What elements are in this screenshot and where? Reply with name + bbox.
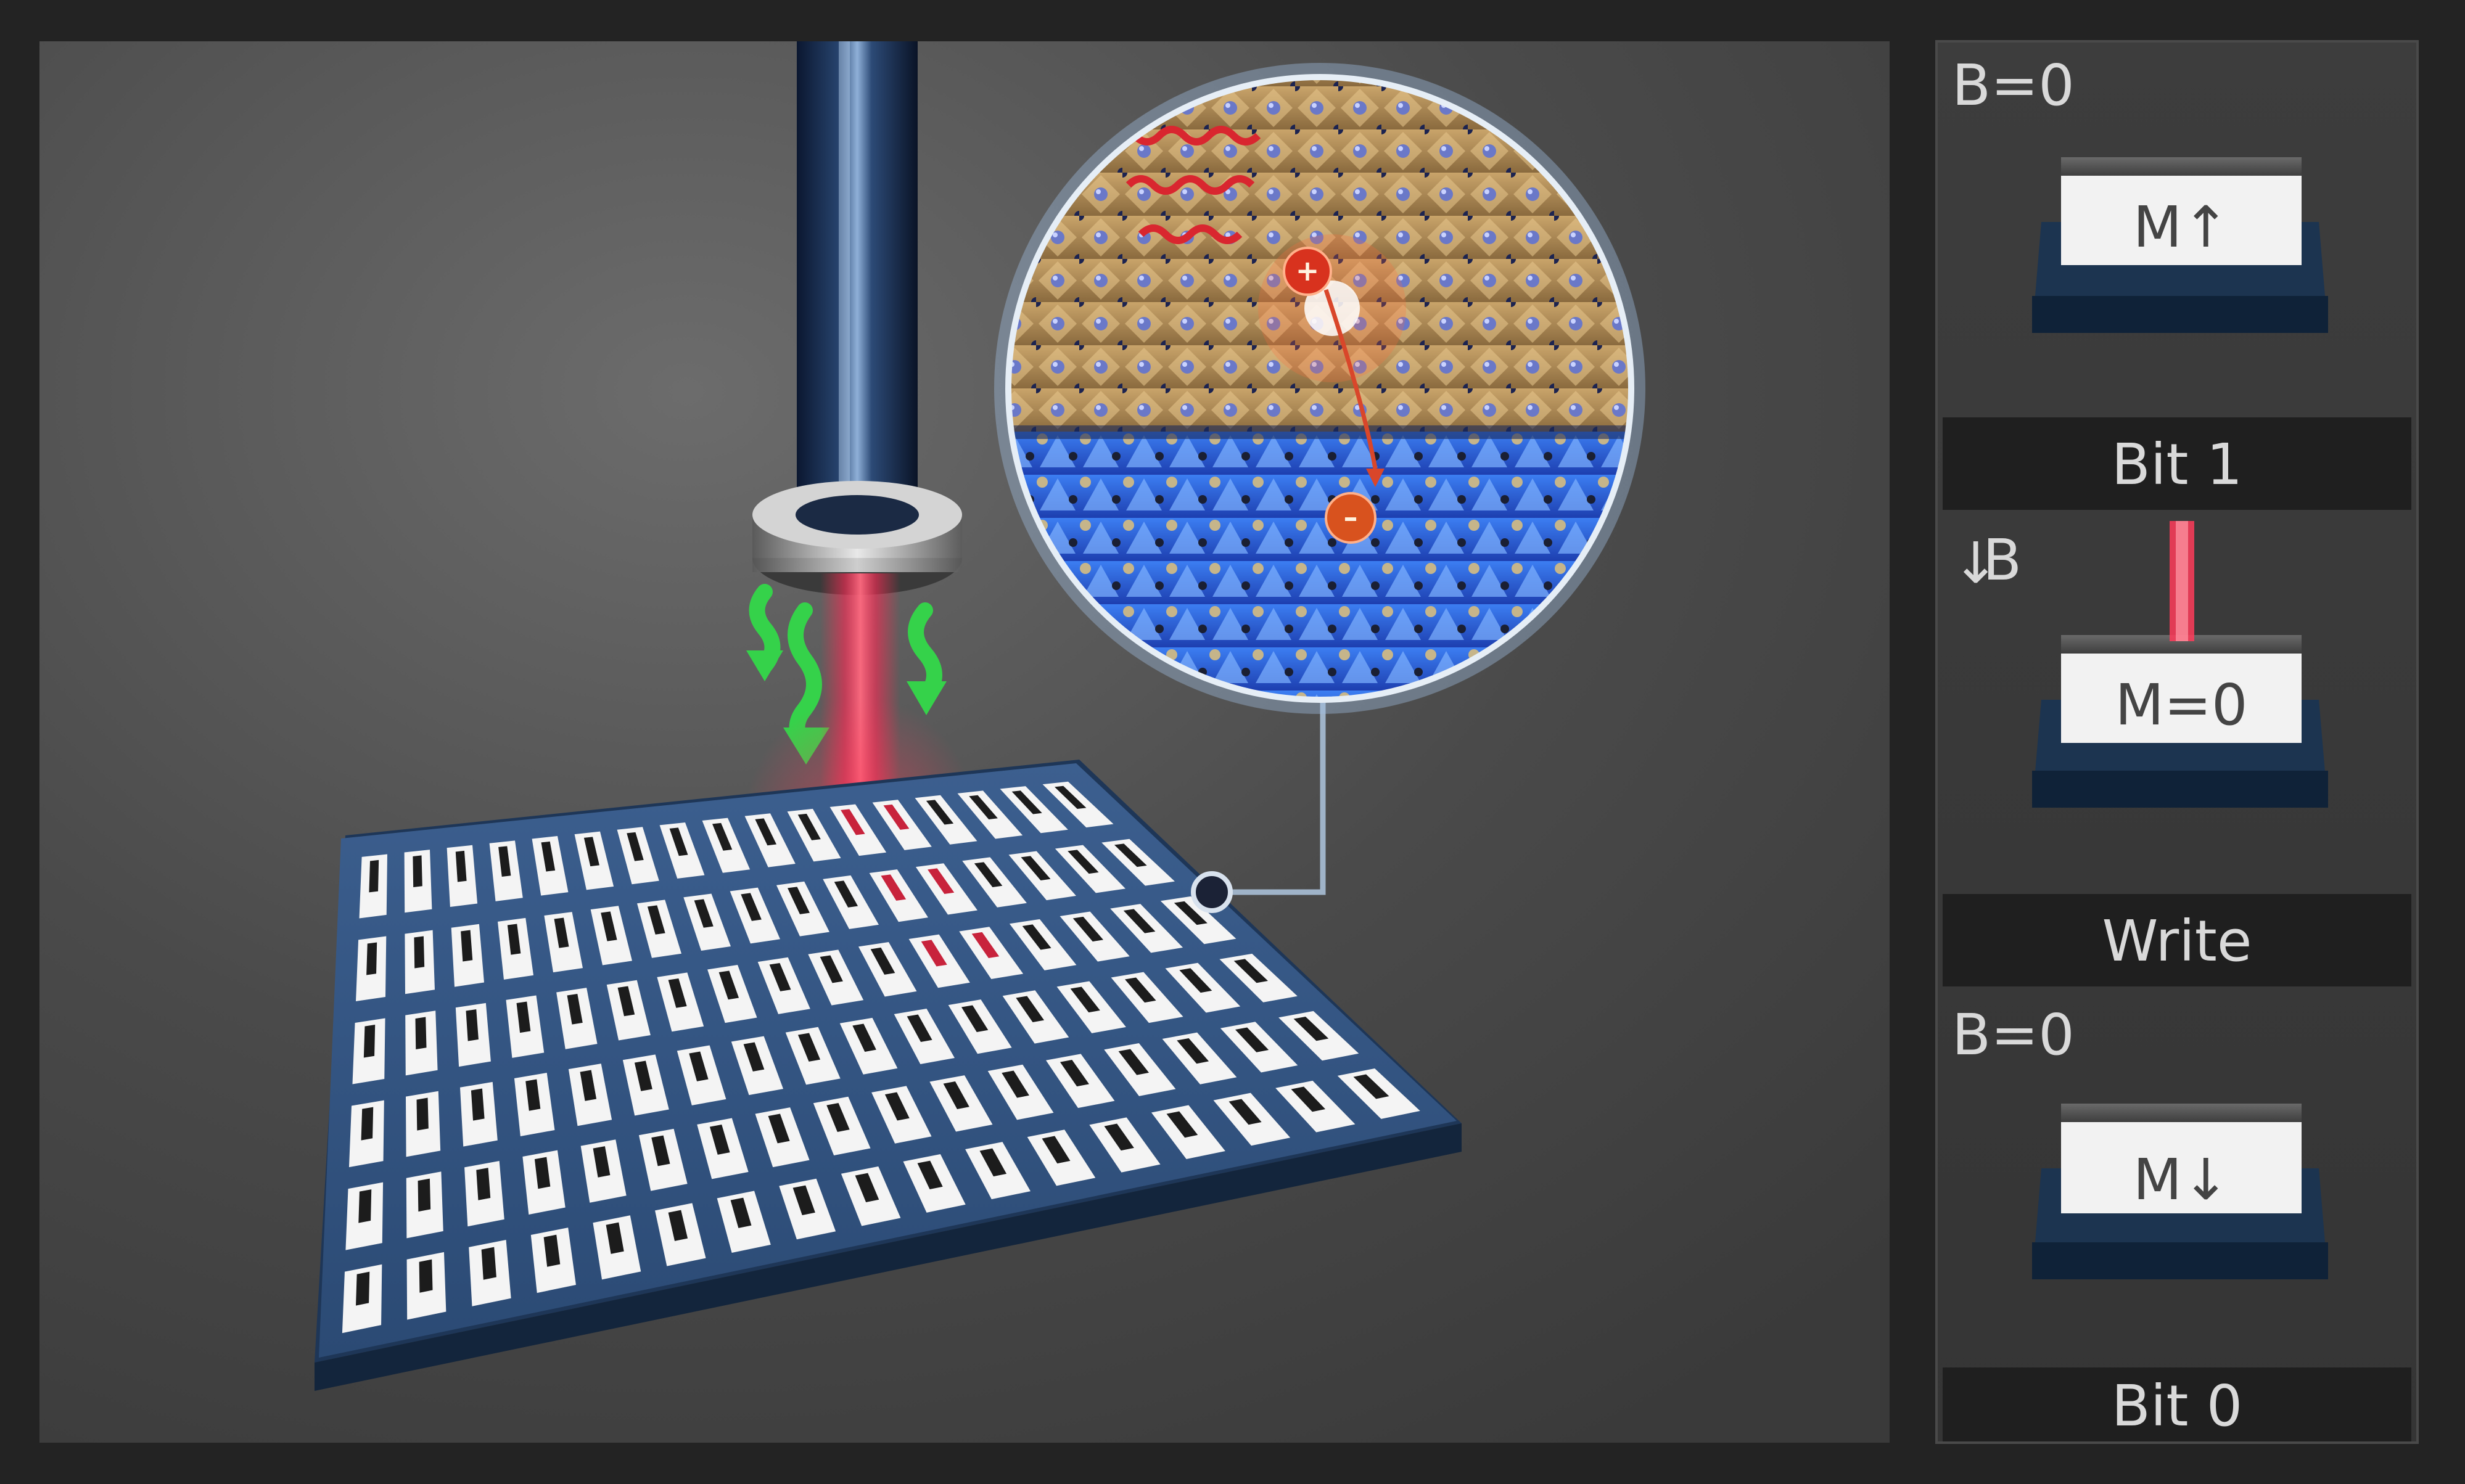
electron-sign: –	[1344, 501, 1358, 534]
memory-cell-top: M↑	[2032, 157, 2328, 333]
memory-cell-stripe	[413, 855, 422, 887]
memory-cell-stripe	[476, 1168, 491, 1200]
magnetization-down-label: M↓	[2133, 1147, 2229, 1213]
write-label: Write	[2102, 908, 2252, 974]
field-label-zero-top: B=0	[1952, 52, 2075, 118]
memory-cell-stripe	[418, 1178, 431, 1212]
hole-sign: +	[1296, 254, 1320, 287]
field-label-zero-bottom: B=0	[1952, 1002, 2075, 1068]
memory-cell-bottom: M↓	[2032, 1104, 2328, 1279]
bit-one-label: Bit 1	[2112, 432, 2243, 498]
hole-particle: +	[1283, 247, 1332, 296]
memory-cell-stripe	[419, 1259, 433, 1293]
memory-cell-stripe	[361, 1107, 374, 1141]
bit-zero-label: Bit 0	[2112, 1373, 2243, 1439]
optical-fiber	[797, 41, 918, 522]
memory-cell-stripe	[366, 942, 377, 975]
memory-cell-stripe	[414, 936, 425, 969]
memory-cell-stripe	[369, 859, 379, 893]
illustration: + – B=0 M↑ Bit 1 ↓ B M=0 Write B=0 M↓ Bi…	[0, 0, 2465, 1484]
memory-cell-stripe	[471, 1088, 485, 1121]
electron-particle: –	[1325, 492, 1377, 544]
field-label-b: B	[1983, 527, 2022, 593]
memory-cell-stripe	[356, 1271, 370, 1306]
memory-cell-stripe	[481, 1247, 496, 1280]
memory-cell-stripe	[358, 1189, 372, 1223]
magnetization-up-label: M↑	[2133, 194, 2229, 260]
magnetization-zero-label: M=0	[2115, 672, 2248, 738]
memory-cell-stripe	[363, 1025, 376, 1058]
memory-cell-stripe	[416, 1097, 429, 1131]
magnified-crystal-inset: + –	[994, 63, 1645, 714]
memory-cell-stripe	[415, 1017, 427, 1050]
